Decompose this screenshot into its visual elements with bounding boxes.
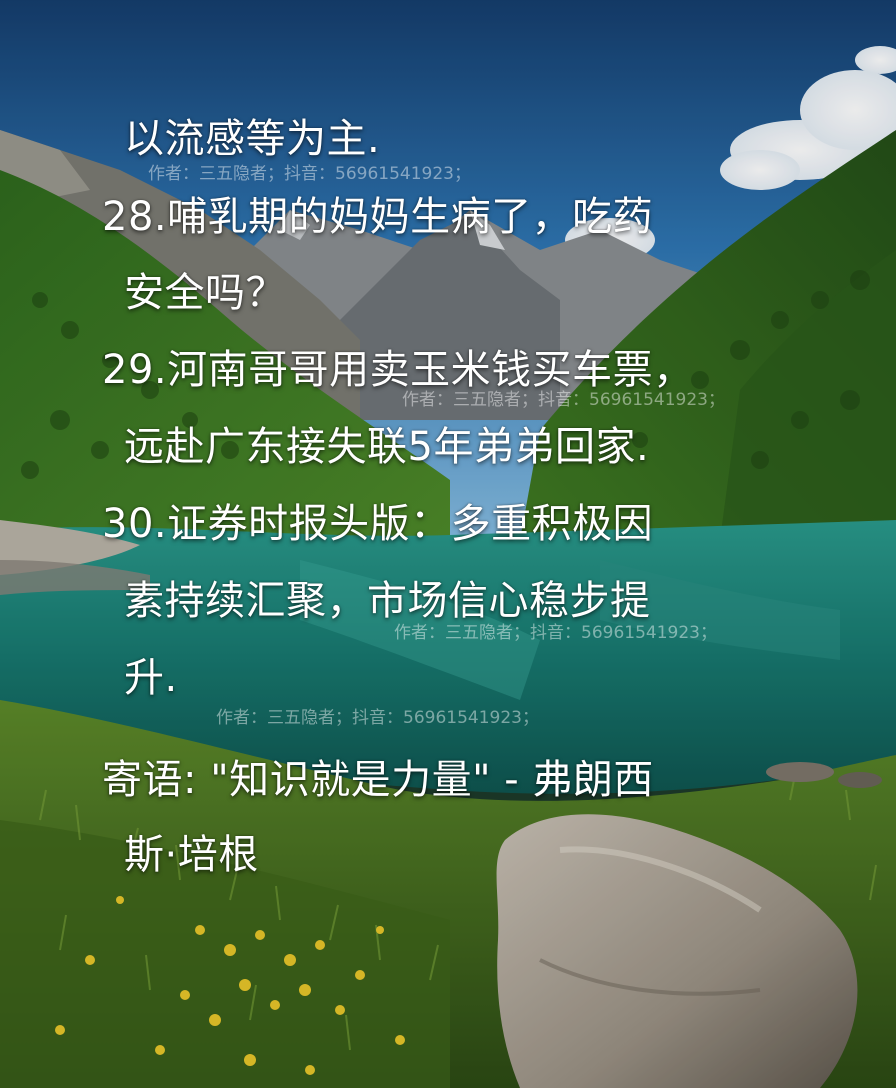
- text-line: 远赴广东接失联5年弟弟回家.: [124, 424, 650, 470]
- background-photo: 作者：三五隐者；抖音：56961541923； 作者：三五隐者；抖音：56961…: [0, 0, 896, 1088]
- text-line: 安全吗？: [124, 270, 286, 316]
- watermark: 作者：三五隐者；抖音：56961541923；: [216, 708, 539, 728]
- watermark: 作者：三五隐者；抖音：56961541923；: [394, 623, 717, 643]
- text-line: 素持续汇聚，市场信心稳步提: [124, 578, 651, 624]
- text-line: 29.河南哥哥用卖玉米钱买车票，: [102, 347, 694, 393]
- text-line: 以流感等为主.: [124, 116, 381, 162]
- text-line: 28.哺乳期的妈妈生病了，吃药: [102, 194, 654, 240]
- watermark: 作者：三五隐者；抖音：56961541923；: [148, 164, 471, 184]
- text-line: 升.: [124, 655, 178, 701]
- text-line: 寄语: "知识就是力量" - 弗朗西: [102, 757, 654, 803]
- text-line: 30.证券时报头版：多重积极因: [102, 501, 654, 547]
- text-line: 斯·培根: [124, 832, 259, 878]
